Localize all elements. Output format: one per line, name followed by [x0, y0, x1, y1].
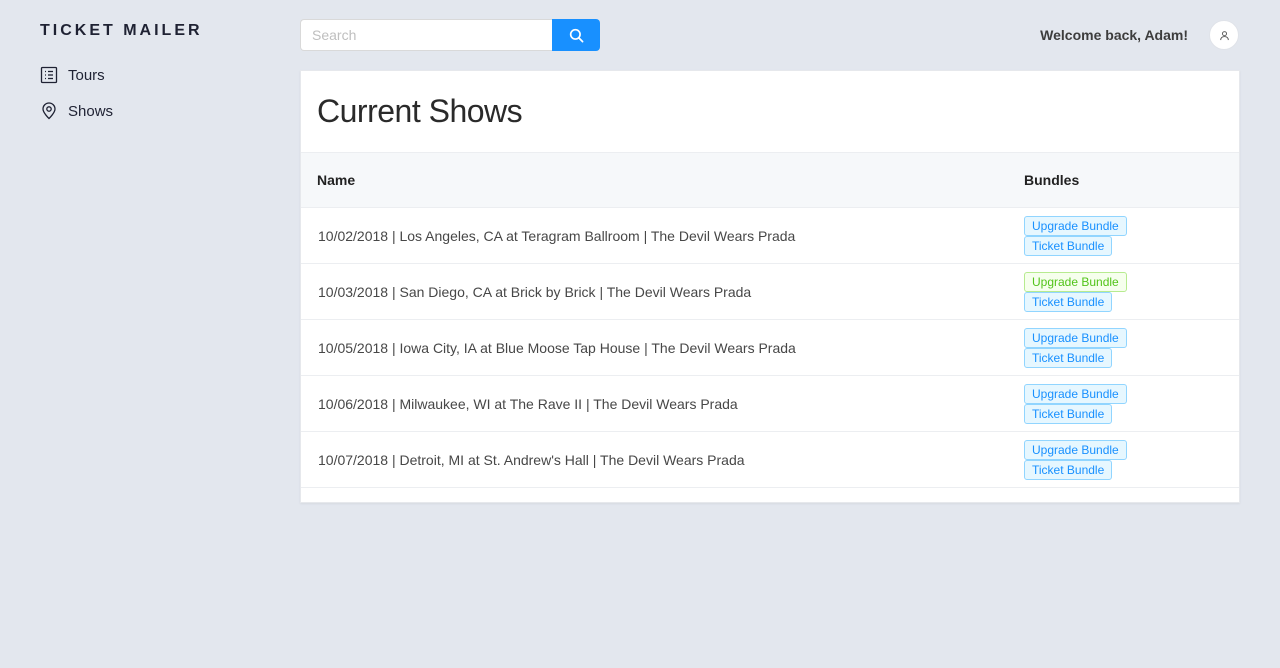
sidebar-item-label: Shows: [68, 102, 114, 120]
column-header-name: Name: [301, 152, 986, 208]
table-row: 10/03/2018 | San Diego, CA at Brick by B…: [301, 263, 1239, 320]
bundle-cell: Upgrade BundleTicket Bundle: [986, 263, 1239, 320]
app: TICKET MAILER Tours Shows Search Welcome…: [0, 0, 1280, 668]
bundle-cell: Upgrade BundleTicket Bundle: [986, 375, 1239, 432]
avatar[interactable]: [1209, 20, 1239, 50]
show-name: 10/05/2018 | Iowa City, IA at Blue Moose…: [301, 319, 986, 376]
ticket-bundle-tag[interactable]: Ticket Bundle: [1024, 403, 1113, 424]
brand-logo: TICKET MAILER: [40, 22, 203, 39]
ticket-bundle-tag[interactable]: Ticket Bundle: [1024, 459, 1113, 480]
table-row: 10/07/2018 | Detroit, MI at St. Andrew's…: [301, 431, 1239, 488]
show-name: 10/03/2018 | San Diego, CA at Brick by B…: [301, 263, 986, 320]
bundle-cell: Upgrade BundleTicket Bundle: [986, 319, 1239, 376]
sidebar-nav: Tours Shows: [40, 64, 113, 136]
search-input[interactable]: [300, 19, 552, 51]
table-header-row: Name Bundles: [301, 152, 1239, 208]
location-pin-icon: [40, 102, 58, 120]
search-button[interactable]: [552, 19, 600, 51]
upgrade-bundle-tag[interactable]: Upgrade Bundle: [1024, 215, 1127, 236]
shows-card: Current Shows Name Bundles 10/02/2018 | …: [300, 70, 1240, 503]
upgrade-bundle-tag[interactable]: Upgrade Bundle: [1024, 327, 1127, 348]
ticket-bundle-tag[interactable]: Ticket Bundle: [1024, 291, 1113, 312]
search-bar: [300, 19, 600, 51]
show-name: 10/06/2018 | Milwaukee, WI at The Rave I…: [301, 375, 986, 432]
table-row: 10/05/2018 | Iowa City, IA at Blue Moose…: [301, 319, 1239, 376]
show-name: 10/07/2018 | Detroit, MI at St. Andrew's…: [301, 431, 986, 488]
upgrade-bundle-tag[interactable]: Upgrade Bundle: [1024, 271, 1127, 292]
search-icon: [569, 28, 584, 43]
upgrade-bundle-tag[interactable]: Upgrade Bundle: [1024, 439, 1127, 460]
ticket-bundle-tag[interactable]: Ticket Bundle: [1024, 347, 1113, 368]
table-row: 10/02/2018 | Los Angeles, CA at Teragram…: [301, 207, 1239, 264]
page-title: Current Shows: [317, 93, 523, 129]
sidebar-item-tours[interactable]: Tours: [40, 64, 113, 86]
show-name: 10/02/2018 | Los Angeles, CA at Teragram…: [301, 207, 986, 264]
user-icon: [1219, 30, 1230, 41]
upgrade-bundle-tag[interactable]: Upgrade Bundle: [1024, 383, 1127, 404]
sidebar-item-shows[interactable]: Shows: [40, 100, 113, 122]
shows-table: Name Bundles 10/02/2018 | Los Angeles, C…: [301, 152, 1239, 488]
bundle-cell: Upgrade BundleTicket Bundle: [986, 431, 1239, 488]
table-row: 10/06/2018 | Milwaukee, WI at The Rave I…: [301, 375, 1239, 432]
column-header-bundles: Bundles: [986, 152, 1239, 208]
bundle-cell: Upgrade BundleTicket Bundle: [986, 207, 1239, 264]
welcome-message: Welcome back, Adam!: [1040, 27, 1188, 43]
ticket-bundle-tag[interactable]: Ticket Bundle: [1024, 235, 1113, 256]
list-icon: [40, 66, 58, 84]
sidebar-item-label: Tours: [68, 66, 105, 84]
